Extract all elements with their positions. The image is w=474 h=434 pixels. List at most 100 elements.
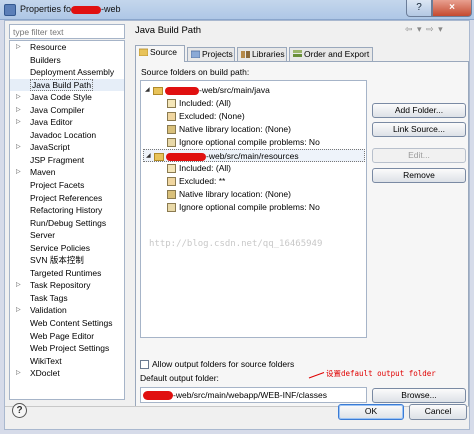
nav-item-label: Java Code Style	[30, 92, 92, 103]
expand-arrow-icon[interactable]: ▷	[16, 41, 21, 54]
tab-projects[interactable]: Projects	[187, 47, 235, 61]
nav-item[interactable]: ▷ Java Editor	[10, 116, 124, 129]
tree-child-row[interactable]: Included: (All)	[167, 162, 231, 175]
nav-item-label: Java Build Path	[30, 78, 94, 91]
order-export-icon	[293, 50, 302, 57]
nav-item-label: Resource	[30, 42, 67, 52]
nav-item-label: Java Compiler	[30, 104, 85, 115]
nav-item[interactable]: ▷ Java Code Style	[10, 91, 124, 104]
nav-item-label: Web Project Settings	[30, 343, 110, 354]
cancel-button[interactable]: Cancel	[409, 404, 467, 420]
ok-button[interactable]: OK	[338, 404, 404, 420]
annotation-note: 设置default output folder	[326, 369, 436, 378]
filter-input[interactable]	[9, 24, 125, 39]
tree-child-row[interactable]: Native library location: (None)	[167, 188, 291, 201]
expand-arrow-icon[interactable]: ▷	[16, 166, 21, 179]
remove-button[interactable]: Remove	[372, 168, 466, 183]
page-title: Java Build Path	[135, 25, 202, 36]
tab-libraries[interactable]: Libraries	[237, 47, 287, 61]
nav-item-label: Run/Debug Settings	[30, 217, 107, 228]
nav-item[interactable]: SVN 版本控制	[10, 254, 124, 267]
excluded-filter-icon	[167, 112, 176, 122]
included-filter-icon	[167, 164, 176, 174]
nav-item[interactable]: Java Build Path	[10, 78, 124, 92]
nav-item[interactable]: ▷ Maven	[10, 166, 124, 179]
nav-item-label: Java Editor	[30, 117, 73, 128]
nav-item[interactable]: WikiText	[10, 355, 124, 368]
tab-source[interactable]: Source	[135, 45, 185, 62]
tree-child-row[interactable]: Excluded: **	[167, 175, 225, 188]
source-folder-icon	[153, 86, 163, 95]
expand-arrow-icon[interactable]: ▷	[16, 141, 21, 154]
window-help-button[interactable]: ?	[406, 0, 432, 17]
nav-item-label: Maven	[30, 167, 56, 178]
nav-item[interactable]: Server	[10, 229, 124, 242]
nav-item[interactable]: ▷ XDoclet	[10, 367, 124, 380]
nav-item[interactable]: ▷ Validation	[10, 304, 124, 317]
nav-item-label: JSP Fragment	[30, 154, 85, 165]
nav-item[interactable]: Service Policies	[10, 242, 124, 255]
nav-item-label: Builders	[30, 54, 61, 65]
source-folder-row[interactable]: ◢ -web/src/main/java	[143, 84, 270, 97]
nav-item[interactable]: Builders	[10, 54, 124, 67]
collapse-triangle-icon[interactable]: ◢	[146, 150, 151, 163]
expand-arrow-icon[interactable]: ▷	[16, 116, 21, 129]
tree-child-row[interactable]: Excluded: (None)	[167, 110, 245, 123]
allow-output-folders-checkbox[interactable]	[140, 360, 149, 370]
nav-item[interactable]: Task Tags	[10, 292, 124, 305]
source-folder-row-selected[interactable]: ◢ -web/src/main/resources	[143, 149, 365, 162]
ignore-problems-icon	[167, 203, 176, 213]
expand-arrow-icon[interactable]: ▷	[16, 279, 21, 292]
redaction-mark	[143, 391, 173, 401]
source-tab-panel: Source folders on build path: ◢ -web/src…	[135, 61, 469, 407]
nav-item-label: Project Facets	[30, 180, 85, 191]
native-library-icon	[167, 125, 176, 135]
tree-child-row[interactable]: Native library location: (None)	[167, 123, 291, 136]
tab-order-export[interactable]: Order and Export	[289, 47, 373, 61]
source-folder-icon	[139, 48, 148, 56]
window-title: Properties fo -web	[20, 4, 121, 14]
collapse-triangle-icon[interactable]: ◢	[145, 84, 150, 97]
nav-item[interactable]: Web Content Settings	[10, 317, 124, 330]
expand-arrow-icon[interactable]: ▷	[16, 367, 21, 380]
nav-item[interactable]: Project Facets	[10, 179, 124, 192]
tree-child-row[interactable]: Ignore optional compile problems: No	[167, 136, 320, 149]
nav-item-label: Web Content Settings	[30, 318, 113, 329]
window-close-button[interactable]: ×	[432, 0, 472, 17]
default-output-field[interactable]: -web/src/main/webapp/WEB-INF/classes	[140, 387, 367, 403]
nav-item[interactable]: Project References	[10, 192, 124, 205]
add-folder-button[interactable]: Add Folder...	[372, 103, 466, 118]
nav-item[interactable]: Run/Debug Settings	[10, 217, 124, 230]
nav-item[interactable]: ▷ Task Repository	[10, 279, 124, 292]
nav-item[interactable]: ▷ Java Compiler	[10, 104, 124, 117]
nav-item-label: SVN 版本控制	[30, 255, 84, 266]
nav-item[interactable]: ▷ Resource	[10, 41, 124, 54]
nav-item[interactable]: ▷ JavaScript	[10, 141, 124, 154]
libraries-icon	[241, 51, 250, 58]
help-icon[interactable]: ?	[12, 403, 27, 418]
tree-child-row[interactable]: Included: (All)	[167, 97, 231, 110]
source-folders-tree[interactable]: ◢ -web/src/main/java Included: (All) Exc…	[140, 80, 367, 338]
nav-item-label: Service Policies	[30, 242, 90, 253]
default-output-label: Default output folder:	[140, 373, 219, 383]
nav-item[interactable]: JSP Fragment	[10, 154, 124, 167]
nav-item[interactable]: Javadoc Location	[10, 129, 124, 142]
app-icon	[4, 4, 16, 16]
browse-button[interactable]: Browse...	[372, 388, 466, 403]
allow-output-folders-row[interactable]: Allow output folders for source folders	[140, 359, 294, 370]
nav-item-label: Task Repository	[30, 280, 91, 291]
nav-item[interactable]: Deployment Assembly	[10, 66, 124, 79]
expand-arrow-icon[interactable]: ▷	[16, 91, 21, 104]
nav-item[interactable]: Web Project Settings	[10, 342, 124, 355]
tree-child-row[interactable]: Ignore optional compile problems: No	[167, 201, 320, 214]
edit-button[interactable]: Edit...	[372, 148, 466, 163]
nav-item[interactable]: Refactoring History	[10, 204, 124, 217]
history-nav-arrows[interactable]: ⇦ ▾ ⇨ ▾	[405, 24, 444, 35]
nav-item[interactable]: Web Page Editor	[10, 330, 124, 343]
nav-item-label: Server	[30, 230, 56, 241]
expand-arrow-icon[interactable]: ▷	[16, 104, 21, 117]
expand-arrow-icon[interactable]: ▷	[16, 304, 21, 317]
link-source-button[interactable]: Link Source...	[372, 122, 466, 137]
nav-item-label: Validation	[30, 305, 67, 316]
nav-item[interactable]: Targeted Runtimes	[10, 267, 124, 280]
